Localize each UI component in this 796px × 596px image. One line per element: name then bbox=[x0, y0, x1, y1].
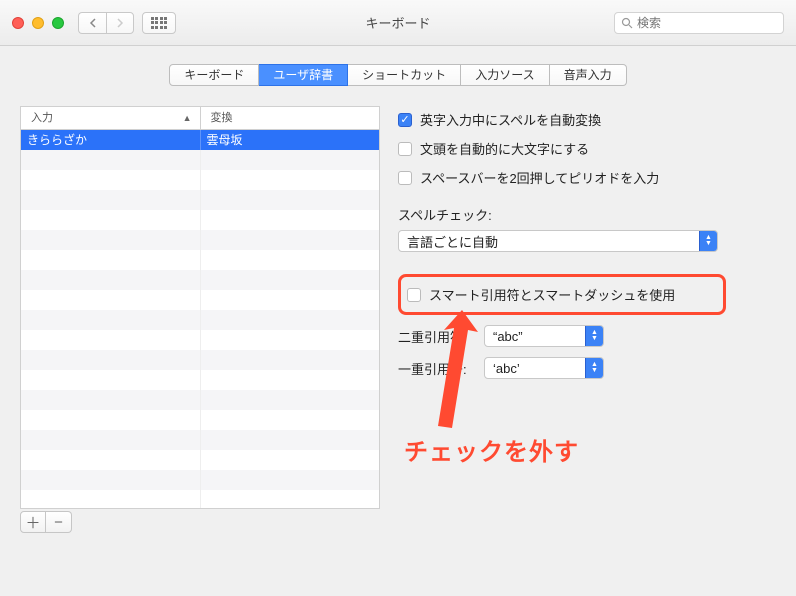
smartquotes-highlight: スマート引用符とスマートダッシュを使用 bbox=[398, 274, 726, 315]
doublespace-checkbox[interactable] bbox=[398, 171, 412, 185]
chevron-updown-icon: ▲▼ bbox=[585, 326, 603, 346]
cell-input: きららざか bbox=[21, 130, 200, 150]
doublequote-row: 二重引用符: “abc” ▲▼ bbox=[398, 325, 776, 347]
close-icon[interactable] bbox=[12, 17, 24, 29]
doublequote-select[interactable]: “abc” ▲▼ bbox=[484, 325, 604, 347]
tab-user-dictionary[interactable]: ユーザ辞書 bbox=[259, 64, 348, 86]
col-input[interactable]: 入力 ▲ bbox=[21, 107, 200, 129]
singlequote-value: ‘abc’ bbox=[485, 361, 585, 376]
smartquotes-label: スマート引用符とスマートダッシュを使用 bbox=[429, 285, 675, 304]
autocorrect-option[interactable]: ✓ 英字入力中にスペルを自動変換 bbox=[398, 110, 776, 129]
col-input-label: 入力 bbox=[31, 107, 53, 129]
tab-input-sources[interactable]: 入力ソース bbox=[461, 64, 549, 86]
nav-buttons bbox=[78, 12, 134, 34]
doublequote-label: 二重引用符: bbox=[398, 327, 474, 346]
remove-button[interactable]: − bbox=[46, 511, 72, 533]
minimize-icon[interactable] bbox=[32, 17, 44, 29]
table-row[interactable]: きららざか 雲母坂 bbox=[21, 130, 379, 150]
smartquotes-checkbox[interactable] bbox=[407, 288, 421, 302]
table-header: 入力 ▲ 変換 bbox=[20, 106, 380, 129]
options-panel: ✓ 英字入力中にスペルを自動変換 文頭を自動的に大文字にする スペースバーを2回… bbox=[398, 106, 776, 533]
doublequote-value: “abc” bbox=[485, 329, 585, 344]
sort-indicator-icon: ▲ bbox=[183, 107, 192, 129]
chevron-updown-icon: ▲▼ bbox=[699, 231, 717, 251]
zoom-icon[interactable] bbox=[52, 17, 64, 29]
doublespace-label: スペースバーを2回押してピリオドを入力 bbox=[420, 168, 659, 187]
window-controls bbox=[12, 17, 64, 29]
search-field[interactable] bbox=[614, 12, 784, 34]
cell-output: 雲母坂 bbox=[200, 130, 380, 150]
search-input[interactable] bbox=[637, 16, 777, 30]
singlequote-select[interactable]: ‘abc’ ▲▼ bbox=[484, 357, 604, 379]
back-button[interactable] bbox=[78, 12, 106, 34]
dictionary-panel: 入力 ▲ 変換 きららざか 雲母坂 bbox=[20, 106, 380, 533]
table-body[interactable]: きららざか 雲母坂 bbox=[20, 129, 380, 509]
show-all-button[interactable] bbox=[142, 12, 176, 34]
singlequote-row: 一重引用符: ‘abc’ ▲▼ bbox=[398, 357, 776, 379]
forward-button[interactable] bbox=[106, 12, 134, 34]
col-output-label: 変換 bbox=[211, 107, 233, 129]
col-output[interactable]: 変換 bbox=[200, 107, 380, 129]
singlequote-label: 一重引用符: bbox=[398, 359, 474, 378]
add-button[interactable]: ＋ bbox=[20, 511, 46, 533]
capitalize-label: 文頭を自動的に大文字にする bbox=[420, 139, 589, 158]
add-remove-buttons: ＋ − bbox=[20, 511, 380, 533]
pref-tabs: キーボード ユーザ辞書 ショートカット 入力ソース 音声入力 bbox=[20, 64, 776, 86]
capitalize-checkbox[interactable] bbox=[398, 142, 412, 156]
smartquotes-option[interactable]: スマート引用符とスマートダッシュを使用 bbox=[407, 285, 717, 304]
tab-keyboard[interactable]: キーボード bbox=[169, 64, 259, 86]
chevron-updown-icon: ▲▼ bbox=[585, 358, 603, 378]
spellcheck-value: 言語ごとに自動 bbox=[399, 232, 699, 251]
spellcheck-select[interactable]: 言語ごとに自動 ▲▼ bbox=[398, 230, 718, 252]
autocorrect-checkbox[interactable]: ✓ bbox=[398, 113, 412, 127]
doublespace-option[interactable]: スペースバーを2回押してピリオドを入力 bbox=[398, 168, 776, 187]
search-icon bbox=[621, 17, 633, 29]
tab-shortcuts[interactable]: ショートカット bbox=[348, 64, 461, 86]
autocorrect-label: 英字入力中にスペルを自動変換 bbox=[420, 110, 601, 129]
spellcheck-section-label: スペルチェック: bbox=[398, 205, 776, 224]
content: キーボード ユーザ辞書 ショートカット 入力ソース 音声入力 入力 ▲ 変換 き… bbox=[0, 46, 796, 533]
capitalize-option[interactable]: 文頭を自動的に大文字にする bbox=[398, 139, 776, 158]
tab-dictation[interactable]: 音声入力 bbox=[550, 64, 627, 86]
titlebar: キーボード bbox=[0, 0, 796, 46]
